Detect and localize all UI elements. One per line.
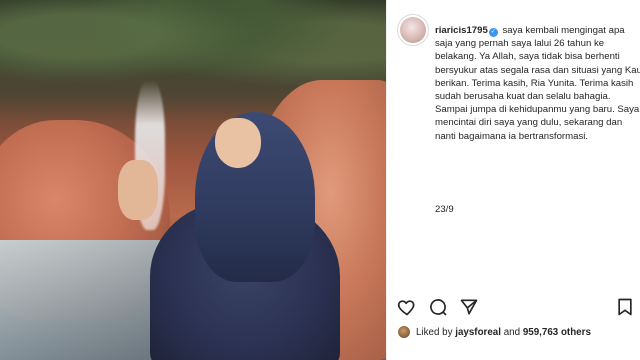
post-photo[interactable]	[0, 0, 386, 360]
comment-icon[interactable]	[428, 297, 448, 317]
likes-line: Liked by jaysforeal and 959,763 others	[397, 323, 637, 341]
post-caption: riaricis1795 ✓ saya kembali mengingat apa…	[435, 24, 640, 143]
post-panel: riaricis1795 ✓ saya kembali mengingat apa…	[386, 0, 640, 360]
username-link[interactable]: riaricis1795	[435, 25, 488, 36]
photo-face	[215, 118, 261, 168]
post-date: 23/9	[435, 204, 454, 215]
bookmark-icon[interactable]	[615, 297, 635, 317]
liker-username[interactable]: jaysforeal	[455, 327, 501, 338]
likes-prefix: Liked by	[416, 326, 453, 338]
heart-icon[interactable]	[397, 297, 417, 317]
caption-text: saya kembali mengingat apa saja yang per…	[435, 25, 640, 142]
avatar[interactable]	[397, 14, 429, 46]
liker-avatar[interactable]	[397, 325, 411, 339]
share-icon[interactable]	[459, 297, 479, 317]
likes-count[interactable]: 959,763 others	[523, 327, 591, 338]
likes-conjunction: and	[503, 326, 521, 338]
avatar-image	[400, 17, 426, 43]
verified-icon: ✓	[488, 28, 498, 37]
action-bar	[397, 297, 635, 319]
photo-hands	[118, 160, 158, 220]
